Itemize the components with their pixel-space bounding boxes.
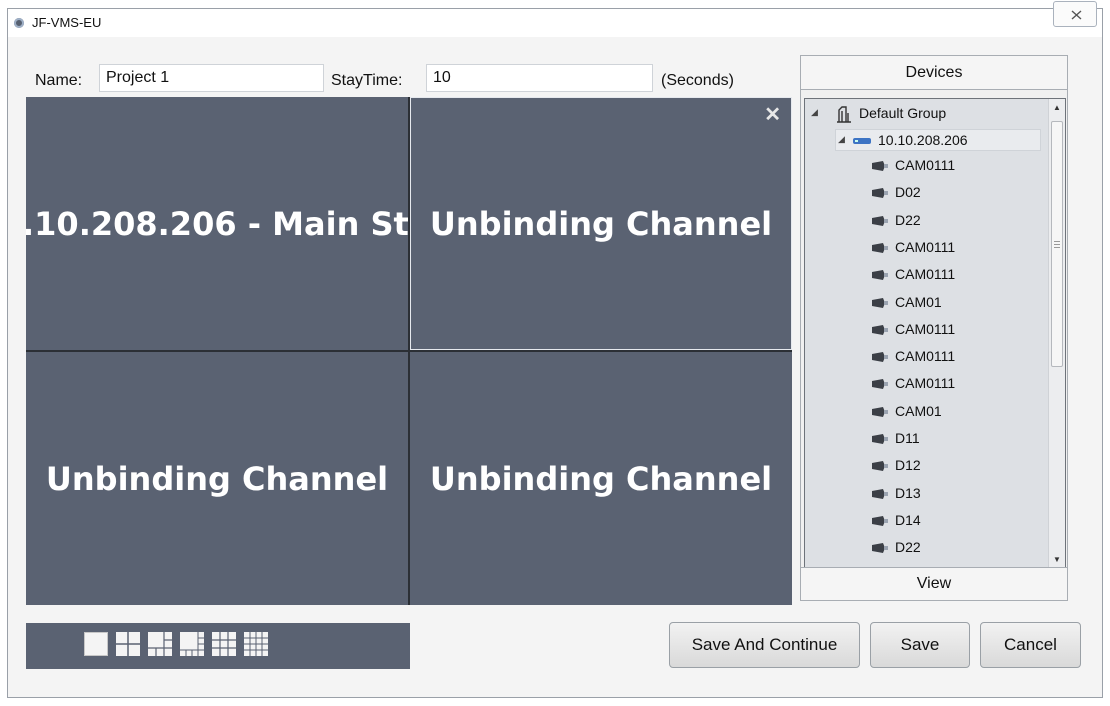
window-title: JF-VMS-EU — [32, 15, 102, 30]
close-icon — [1071, 10, 1082, 20]
camera-label: CAM0111 — [895, 375, 956, 392]
tree-camera[interactable]: CAM0111 — [869, 237, 1039, 259]
tree-camera[interactable]: CAM0111 — [869, 346, 1039, 368]
camera-label: CAM0111 — [895, 157, 956, 173]
tree-camera[interactable]: D02 — [869, 182, 1039, 204]
expand-icon[interactable]: ◢ — [811, 107, 818, 118]
layout-4-icon[interactable] — [116, 632, 140, 656]
close-button[interactable] — [1053, 1, 1097, 27]
camera-icon — [869, 459, 889, 475]
tree-camera[interactable]: CAM0111 — [869, 155, 1039, 177]
camera-label: CAM0111 — [895, 320, 956, 337]
name-label: Name: — [35, 72, 83, 89]
camera-icon — [869, 186, 889, 202]
layout-1-icon[interactable] — [84, 632, 108, 656]
video-cell-1[interactable]: .10.208.206 - Main Strea — [26, 97, 408, 350]
layout-selector-bar — [26, 623, 410, 669]
camera-icon — [869, 268, 889, 284]
staytime-label: StayTime: — [331, 72, 403, 89]
save-button[interactable]: Save — [870, 622, 970, 668]
layout-6-icon[interactable] — [148, 632, 172, 656]
seconds-label: (Seconds) — [661, 72, 734, 89]
camera-icon — [869, 296, 889, 312]
camera-icon — [869, 241, 889, 257]
camera-icon — [869, 514, 889, 530]
video-cell-label: Unbinding Channel — [45, 459, 389, 498]
layout-9-icon[interactable] — [212, 632, 236, 656]
devices-header: Devices — [801, 56, 1067, 90]
tree-camera[interactable]: CAM01 — [869, 401, 1039, 423]
tree-camera[interactable]: D14 — [869, 510, 1039, 532]
camera-label: D22 — [895, 539, 921, 556]
tree-scrollbar[interactable]: ▲ ▼ — [1048, 99, 1065, 568]
tree-group-default[interactable]: ◢ Default Group — [811, 103, 1041, 125]
view-button[interactable]: View — [801, 567, 1067, 600]
camera-label: CAM0111 — [895, 238, 956, 255]
camera-icon — [869, 377, 889, 393]
camera-icon — [869, 541, 889, 557]
camera-icon — [869, 350, 889, 366]
camera-label: D11 — [895, 430, 920, 446]
video-cell-2[interactable]: Unbinding Channel ✕ — [410, 97, 792, 350]
camera-icon — [869, 405, 889, 421]
staytime-input[interactable] — [426, 64, 653, 92]
layout-8-icon[interactable] — [180, 632, 204, 656]
video-cell-4[interactable]: Unbinding Channel — [410, 352, 792, 605]
scroll-up-icon[interactable]: ▲ — [1053, 103, 1061, 112]
camera-icon — [869, 487, 889, 503]
group-label: Default Group — [859, 105, 947, 121]
camera-icon — [869, 323, 889, 339]
tree-camera[interactable]: CAM0111 — [869, 319, 1039, 341]
app-icon — [14, 18, 24, 28]
tree-camera[interactable]: D11 — [869, 428, 1039, 450]
device-label: 10.10.208.206 — [878, 132, 968, 148]
title-bar: JF-VMS-EU — [8, 9, 1102, 37]
group-icon — [833, 105, 853, 126]
close-channel-icon[interactable]: ✕ — [764, 102, 781, 127]
scroll-thumb[interactable] — [1051, 121, 1063, 367]
device-tree: ◢ Default Group ◢ 10.10.208.206 CAM0111 D… — [804, 98, 1066, 569]
camera-label: CAM0111 — [895, 348, 956, 365]
expand-icon[interactable]: ◢ — [838, 134, 845, 145]
tree-camera[interactable]: CAM0111 — [869, 373, 1039, 395]
scroll-down-icon[interactable]: ▼ — [1053, 555, 1061, 564]
tree-camera[interactable]: CAM01 — [869, 292, 1039, 314]
name-input[interactable] — [99, 64, 324, 92]
camera-icon — [869, 432, 889, 448]
video-cell-label: Unbinding Channel — [429, 459, 773, 498]
camera-icon — [869, 214, 889, 230]
dvr-icon — [852, 134, 872, 150]
camera-label: CAM0111 — [895, 266, 956, 283]
tree-device[interactable]: ◢ 10.10.208.206 — [835, 129, 1041, 151]
cancel-button[interactable]: Cancel — [980, 622, 1081, 668]
camera-label: CAM01 — [895, 293, 942, 310]
tree-camera[interactable]: D22 — [869, 210, 1039, 232]
video-grid: .10.208.206 - Main Strea Unbinding Chann… — [26, 97, 792, 605]
layout-16-icon[interactable] — [244, 632, 268, 656]
camera-icon — [869, 159, 889, 175]
devices-panel: Devices ◢ Default Group ◢ 10.10.208.206 … — [800, 55, 1068, 601]
camera-label: D14 — [895, 511, 921, 528]
tree-camera[interactable]: D13 — [869, 483, 1039, 505]
camera-label: D02 — [895, 184, 921, 201]
camera-label: D12 — [895, 457, 921, 474]
save-and-continue-button[interactable]: Save And Continue — [669, 622, 860, 668]
tree-camera[interactable]: CAM0111 — [869, 264, 1039, 286]
camera-label: CAM01 — [895, 402, 942, 419]
video-cell-label: .10.208.206 - Main Strea — [26, 204, 408, 243]
tree-camera[interactable]: D22 — [869, 537, 1039, 559]
video-cell-label: Unbinding Channel — [429, 204, 773, 243]
tree-camera[interactable]: D12 — [869, 455, 1039, 477]
camera-label: D13 — [895, 484, 921, 501]
camera-label: D22 — [895, 211, 921, 228]
video-cell-3[interactable]: Unbinding Channel — [26, 352, 408, 605]
